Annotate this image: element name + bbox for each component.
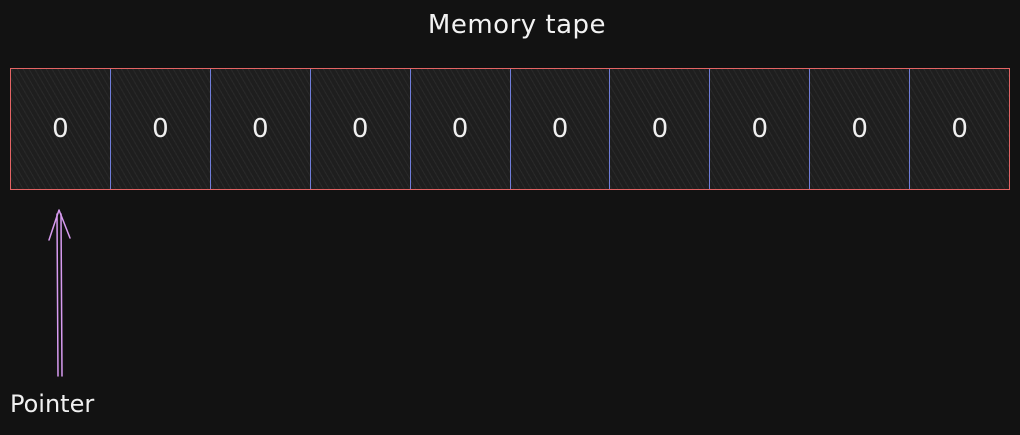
memory-cell-5: 0 bbox=[509, 69, 610, 189]
memory-cell-0: 0 bbox=[52, 114, 69, 144]
memory-cell-7: 0 bbox=[709, 69, 809, 189]
diagram-canvas: Memory tape 0 0 0 0 0 0 0 0 0 0 Pointer bbox=[0, 0, 1020, 435]
memory-cell-1: 0 bbox=[109, 69, 210, 189]
memory-cell-2: 0 bbox=[209, 69, 310, 189]
memory-cell-8: 0 bbox=[809, 69, 909, 189]
memory-cell-6: 0 bbox=[609, 69, 709, 189]
memory-tape: 0 0 0 0 0 0 0 0 0 0 bbox=[10, 68, 1010, 190]
memory-cell-9: 0 bbox=[909, 69, 1009, 189]
memory-cell-4: 0 bbox=[409, 69, 510, 189]
memory-cell-3: 0 bbox=[309, 69, 410, 189]
pointer-label: Pointer bbox=[10, 390, 95, 418]
diagram-title: Memory tape bbox=[427, 10, 607, 40]
pointer-arrow-icon bbox=[48, 209, 71, 377]
